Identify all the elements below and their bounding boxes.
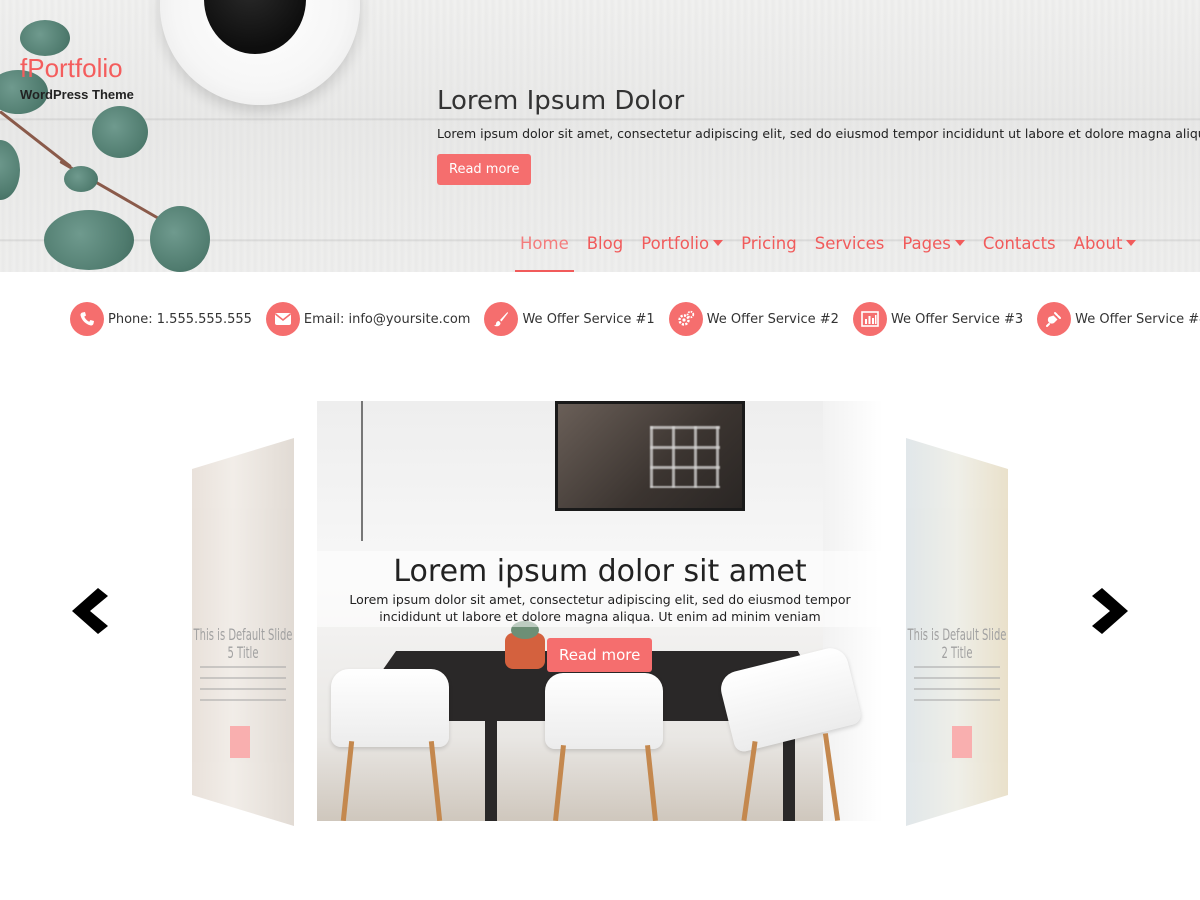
main-navigation: Home Blog Portfolio Pricing Services Pag…	[511, 231, 1145, 272]
slide-title: This is Default Slide 2 Title	[907, 627, 1007, 663]
slide-caption: Lorem ipsum dolor sit amet Lorem ipsum d…	[317, 551, 883, 627]
table-leg	[485, 719, 497, 821]
leaf-decoration	[64, 166, 98, 192]
leaf-decoration	[0, 140, 20, 200]
slide-title: Lorem ipsum dolor sit amet	[393, 554, 807, 589]
carousel-next-button[interactable]	[1088, 586, 1132, 636]
info-service-1: We Offer Service #1	[484, 302, 655, 336]
chair-leg	[645, 744, 658, 821]
nav-item-home[interactable]: Home	[511, 231, 578, 272]
tv-reflection	[650, 426, 720, 488]
site-tagline: WordPress Theme	[20, 87, 134, 102]
tv-image	[555, 401, 745, 511]
hero-title: Lorem Ipsum Dolor	[437, 86, 685, 116]
info-service-1-text: We Offer Service #1	[522, 311, 655, 327]
site-branding: fPortfolio WordPress Theme	[20, 55, 134, 102]
nav-item-label: Home	[520, 234, 569, 253]
info-service-4-text: We Offer Service #4	[1075, 311, 1200, 327]
caret-down-icon	[713, 239, 724, 246]
leaf-decoration	[20, 20, 70, 56]
nav-item-portfolio[interactable]: Portfolio	[632, 231, 732, 272]
leaf-decoration	[92, 106, 148, 158]
chair-leg	[741, 741, 758, 821]
contact-services-bar: Phone: 1.555.555.555 Email: info@yoursit…	[70, 302, 1200, 336]
leaf-decoration	[44, 210, 134, 270]
hero-text: Lorem ipsum dolor sit amet, consectetur …	[437, 126, 1200, 141]
chevron-left-icon	[72, 588, 108, 634]
nav-item-services[interactable]: Services	[806, 231, 894, 272]
wall-lamp-image	[323, 401, 363, 541]
info-service-4: We Offer Service #4	[1037, 302, 1200, 336]
carousel-slide-active: Lorem ipsum dolor sit amet Lorem ipsum d…	[317, 401, 883, 821]
info-email: Email: info@yoursite.com	[265, 302, 471, 336]
chevron-right-icon	[1092, 588, 1128, 634]
caret-down-icon	[954, 239, 965, 246]
slide-text-placeholder	[914, 666, 1000, 702]
site-title-link[interactable]: fPortfolio	[20, 55, 134, 81]
chair-image	[331, 669, 449, 747]
info-service-3: We Offer Service #3	[852, 302, 1024, 336]
chair-leg	[428, 740, 443, 821]
carousel-slider: This is Default Slide 5 Title This is De…	[0, 400, 1200, 830]
slide-text-placeholder	[200, 666, 286, 702]
nav-item-label: Services	[814, 234, 885, 253]
nav-item-label: Portfolio	[641, 234, 710, 253]
chair-image	[545, 673, 663, 749]
info-phone: Phone: 1.555.555.555	[70, 302, 252, 336]
info-service-3-text: We Offer Service #3	[890, 311, 1024, 327]
nav-item-label: About	[1073, 234, 1123, 253]
slide-read-more-button[interactable]	[952, 726, 972, 758]
info-phone-text: Phone: 1.555.555.555	[108, 311, 252, 327]
hero-read-more-button[interactable]: Read more	[437, 154, 532, 185]
paintbrush-icon	[484, 302, 519, 336]
carousel-prev-button[interactable]	[68, 586, 112, 636]
chair-leg	[340, 740, 355, 821]
envelope-icon	[265, 302, 300, 336]
nav-item-about[interactable]: About	[1065, 231, 1146, 272]
chair-leg	[553, 744, 566, 821]
carousel-slide-next[interactable]: This is Default Slide 2 Title	[906, 438, 1008, 826]
site-header: fPortfolio WordPress Theme Lorem Ipsum D…	[0, 0, 1200, 272]
info-email-text: Email: info@yoursite.com	[303, 311, 471, 327]
nav-item-label: Contacts	[982, 234, 1056, 253]
phone-icon	[70, 302, 104, 336]
info-service-2: We Offer Service #2	[668, 302, 839, 336]
gears-icon	[668, 302, 703, 336]
header-hero: Lorem Ipsum Dolor Lorem ipsum dolor sit …	[437, 86, 1200, 185]
nav-item-pricing[interactable]: Pricing	[732, 231, 806, 272]
nav-item-label: Blog	[586, 234, 624, 253]
slide-title: This is Default Slide 5 Title	[193, 627, 293, 663]
plug-icon	[1037, 302, 1072, 336]
slide-read-more-button[interactable]: Read more	[547, 638, 653, 672]
nav-item-pages[interactable]: Pages	[893, 231, 974, 272]
info-service-2-text: We Offer Service #2	[706, 311, 839, 327]
nav-item-contacts[interactable]: Contacts	[974, 231, 1065, 272]
nav-item-label: Pricing	[741, 234, 797, 253]
carousel-slide-previous[interactable]: This is Default Slide 5 Title	[192, 438, 294, 826]
slide-read-more-button[interactable]	[230, 726, 250, 758]
nav-item-label: Pages	[902, 234, 951, 253]
bar-chart-icon	[852, 302, 887, 336]
nav-item-blog[interactable]: Blog	[578, 231, 632, 272]
slide-text: Lorem ipsum dolor sit amet, consectetur …	[349, 592, 851, 624]
leaf-decoration	[150, 206, 210, 272]
caret-down-icon	[1126, 239, 1137, 246]
